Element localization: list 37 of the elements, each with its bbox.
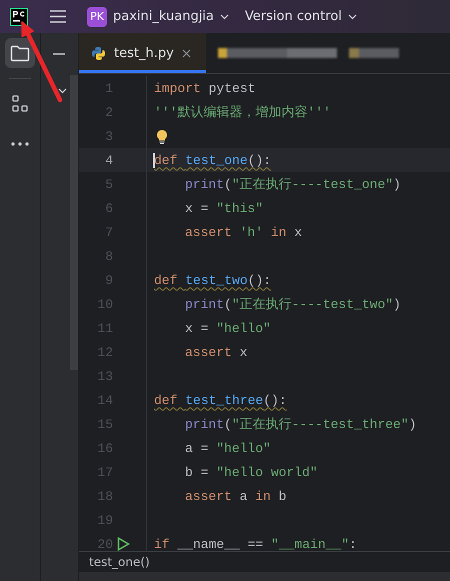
tab-label: test_h.py [114,46,174,60]
code-line: def test_three(): [154,392,287,408]
code-line: assert x [185,344,248,360]
line-number: 4 [104,152,113,168]
code-line: assert 'h' in x [185,224,302,240]
scrollbar-thumb[interactable] [70,75,78,370]
chevron-icon [348,14,357,20]
code-line: def test_two(): [154,272,272,288]
folder-icon [10,44,30,62]
code-line: x = "hello" [185,320,271,336]
code-line: print("正在执行----test_two") [185,296,401,313]
editor-tab[interactable]: test_h.py [79,33,206,73]
code-line: b = "hello world" [185,464,318,480]
chevron-icon [220,14,229,20]
code-line: x = "this" [185,200,264,216]
project-avatar: PK [87,6,107,26]
code-line: def test_one(): [154,152,272,168]
code-line: print("正在执行----test_one") [185,176,401,193]
menu-icon[interactable] [50,10,66,23]
code-line: if __name__ == "__main__": [154,536,357,551]
project-selector[interactable]: PK paxini_kuangjia [87,6,229,26]
code-line: assert a in b [185,488,286,504]
code-line: import pytest [154,80,256,96]
code-line: print("正在执行----test_three") [185,416,416,433]
more-icon [11,142,29,146]
code-line: a = "hello" [185,440,271,456]
lightbulb-icon[interactable] [156,128,168,144]
app-logo-icon[interactable] [10,8,28,26]
code-line: '''默认编辑器，增加内容''' [154,104,331,121]
structure-icon [11,95,29,113]
project-name: paxini_kuangjia [113,9,214,24]
minimize-icon[interactable] [53,53,65,55]
project-tool-button[interactable] [5,38,35,68]
run-icon[interactable] [117,537,130,551]
breadcrumb-item[interactable]: test_one() [89,555,150,569]
close-icon[interactable] [182,48,191,58]
python-file-icon [91,46,106,60]
